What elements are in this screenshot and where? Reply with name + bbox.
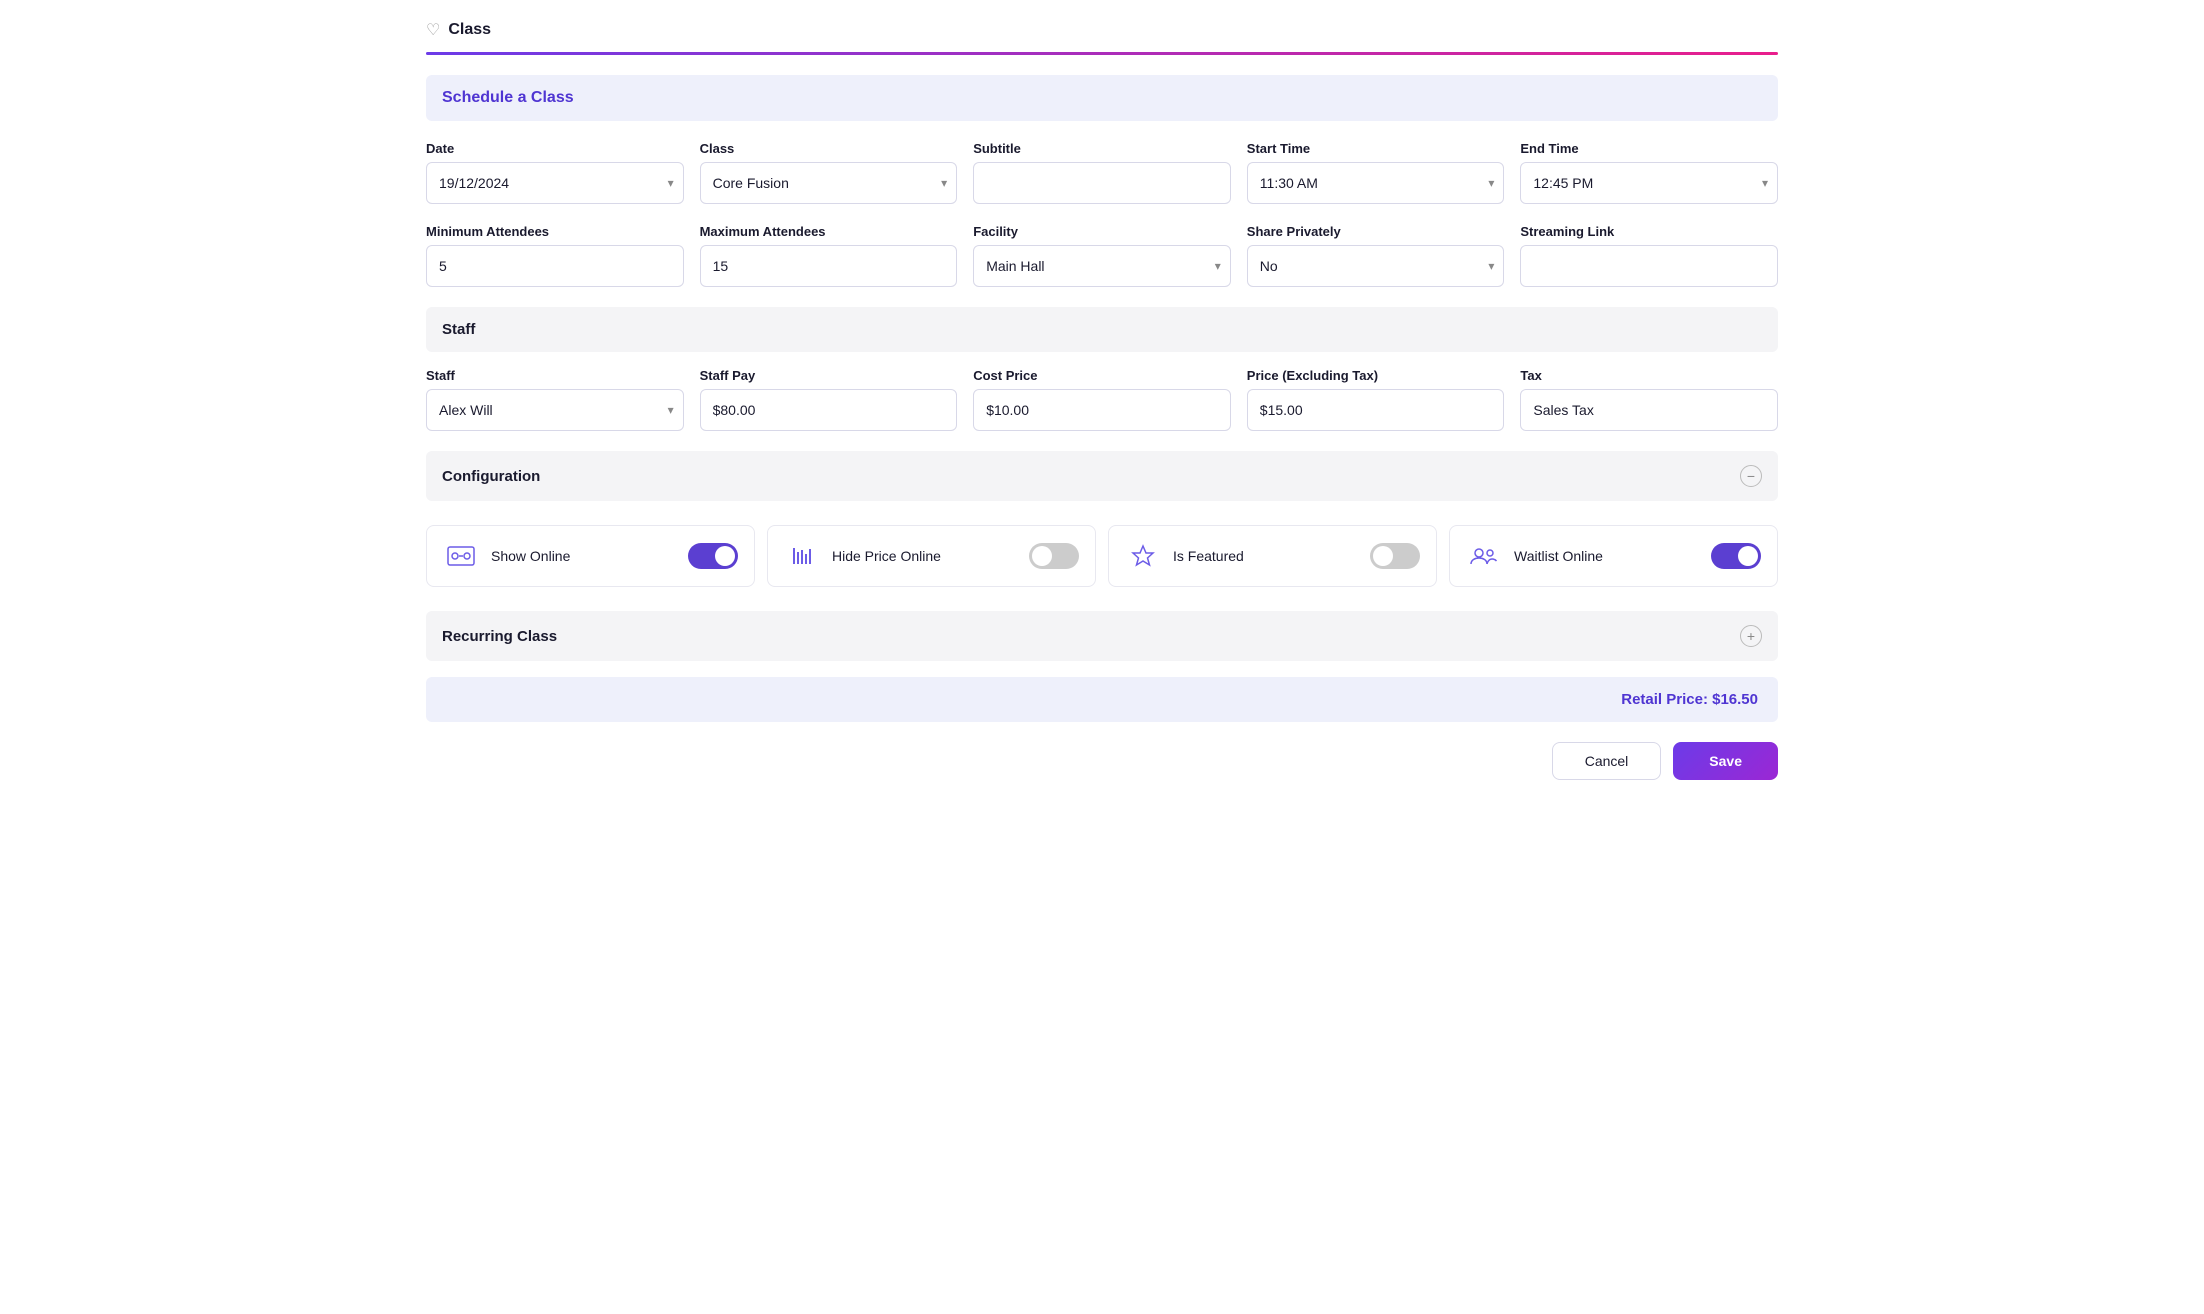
show-online-item: Show Online xyxy=(426,525,755,587)
staff-pay-label: Staff Pay xyxy=(700,368,958,383)
is-featured-toggle[interactable] xyxy=(1370,543,1420,569)
configuration-collapse-icon[interactable]: − xyxy=(1740,465,1762,487)
start-time-group: Start Time 11:30 AM xyxy=(1247,141,1505,204)
end-time-group: End Time 12:45 PM xyxy=(1520,141,1778,204)
streaming-link-group: Streaming Link xyxy=(1520,224,1778,287)
start-time-label: Start Time xyxy=(1247,141,1505,156)
retail-price-label: Retail Price: $16.50 xyxy=(1621,691,1758,708)
cost-price-input[interactable] xyxy=(973,389,1231,431)
end-time-select-wrapper[interactable]: 12:45 PM xyxy=(1520,162,1778,204)
cost-price-label: Cost Price xyxy=(973,368,1231,383)
streaming-link-label: Streaming Link xyxy=(1520,224,1778,239)
staff-section-header: Staff xyxy=(426,307,1778,352)
end-time-label: End Time xyxy=(1520,141,1778,156)
class-group: Class Core Fusion xyxy=(700,141,958,204)
subtitle-input[interactable] xyxy=(973,162,1231,204)
schedule-section-header: Schedule a Class xyxy=(426,75,1778,121)
facility-select[interactable]: Main Hall xyxy=(973,245,1231,287)
price-excl-tax-label: Price (Excluding Tax) xyxy=(1247,368,1505,383)
date-select[interactable]: 19/12/2024 xyxy=(426,162,684,204)
schedule-row-1: Date 19/12/2024 Class Core Fusion Subtit… xyxy=(426,141,1778,204)
min-attendees-group: Minimum Attendees xyxy=(426,224,684,287)
page-header: ♡ Class xyxy=(426,20,1778,40)
staff-pay-input[interactable] xyxy=(700,389,958,431)
button-row: Cancel Save xyxy=(426,742,1778,800)
configuration-row: Show Online Hide Price Online xyxy=(426,517,1778,595)
waitlist-online-item: Waitlist Online xyxy=(1449,525,1778,587)
class-select[interactable]: Core Fusion xyxy=(700,162,958,204)
staff-select-wrapper[interactable]: Alex Will xyxy=(426,389,684,431)
cost-price-group: Cost Price xyxy=(973,368,1231,431)
heart-icon: ♡ xyxy=(426,20,440,40)
tax-input[interactable] xyxy=(1520,389,1778,431)
staff-group: Staff Alex Will xyxy=(426,368,684,431)
hide-price-icon xyxy=(784,538,820,574)
is-featured-slider xyxy=(1370,543,1420,569)
start-time-select[interactable]: 11:30 AM xyxy=(1247,162,1505,204)
price-excl-tax-group: Price (Excluding Tax) xyxy=(1247,368,1505,431)
facility-label: Facility xyxy=(973,224,1231,239)
page-title: Class xyxy=(448,21,491,39)
schedule-row-2: Minimum Attendees Maximum Attendees Faci… xyxy=(426,224,1778,287)
tax-label: Tax xyxy=(1520,368,1778,383)
recurring-expand-icon[interactable]: + xyxy=(1740,625,1762,647)
show-online-slider xyxy=(688,543,738,569)
schedule-section-title: Schedule a Class xyxy=(442,89,1762,107)
end-time-select[interactable]: 12:45 PM xyxy=(1520,162,1778,204)
streaming-link-input[interactable] xyxy=(1520,245,1778,287)
price-excl-tax-input[interactable] xyxy=(1247,389,1505,431)
facility-select-wrapper[interactable]: Main Hall xyxy=(973,245,1231,287)
share-select-wrapper[interactable]: No xyxy=(1247,245,1505,287)
min-attendees-label: Minimum Attendees xyxy=(426,224,684,239)
share-select[interactable]: No xyxy=(1247,245,1505,287)
hide-price-label: Hide Price Online xyxy=(832,548,1017,564)
configuration-section-header: Configuration − xyxy=(426,451,1778,501)
cancel-button[interactable]: Cancel xyxy=(1552,742,1662,780)
max-attendees-group: Maximum Attendees xyxy=(700,224,958,287)
waitlist-online-icon xyxy=(1466,538,1502,574)
retail-price-bar: Retail Price: $16.50 xyxy=(426,677,1778,722)
hide-price-slider xyxy=(1029,543,1079,569)
min-attendees-input[interactable] xyxy=(426,245,684,287)
facility-group: Facility Main Hall xyxy=(973,224,1231,287)
hide-price-item: Hide Price Online xyxy=(767,525,1096,587)
waitlist-online-label: Waitlist Online xyxy=(1514,548,1699,564)
subtitle-label: Subtitle xyxy=(973,141,1231,156)
header-divider xyxy=(426,52,1778,55)
subtitle-group: Subtitle xyxy=(973,141,1231,204)
show-online-toggle[interactable] xyxy=(688,543,738,569)
waitlist-online-toggle[interactable] xyxy=(1711,543,1761,569)
show-online-label: Show Online xyxy=(491,548,676,564)
is-featured-item: Is Featured xyxy=(1108,525,1437,587)
max-attendees-input[interactable] xyxy=(700,245,958,287)
staff-label: Staff xyxy=(426,368,684,383)
max-attendees-label: Maximum Attendees xyxy=(700,224,958,239)
hide-price-toggle[interactable] xyxy=(1029,543,1079,569)
date-group: Date 19/12/2024 xyxy=(426,141,684,204)
staff-select[interactable]: Alex Will xyxy=(426,389,684,431)
class-label: Class xyxy=(700,141,958,156)
configuration-section-title: Configuration xyxy=(442,468,540,485)
share-privately-label: Share Privately xyxy=(1247,224,1505,239)
share-privately-group: Share Privately No xyxy=(1247,224,1505,287)
is-featured-icon xyxy=(1125,538,1161,574)
staff-pay-group: Staff Pay xyxy=(700,368,958,431)
date-label: Date xyxy=(426,141,684,156)
date-select-wrapper[interactable]: 19/12/2024 xyxy=(426,162,684,204)
start-time-select-wrapper[interactable]: 11:30 AM xyxy=(1247,162,1505,204)
save-button[interactable]: Save xyxy=(1673,742,1778,780)
class-select-wrapper[interactable]: Core Fusion xyxy=(700,162,958,204)
recurring-section-header: Recurring Class + xyxy=(426,611,1778,661)
tax-group: Tax xyxy=(1520,368,1778,431)
waitlist-online-slider xyxy=(1711,543,1761,569)
staff-section-title: Staff xyxy=(442,321,475,338)
recurring-section-title: Recurring Class xyxy=(442,628,557,645)
show-online-icon xyxy=(443,538,479,574)
is-featured-label: Is Featured xyxy=(1173,548,1358,564)
staff-row: Staff Alex Will Staff Pay Cost Price Pri… xyxy=(426,368,1778,431)
